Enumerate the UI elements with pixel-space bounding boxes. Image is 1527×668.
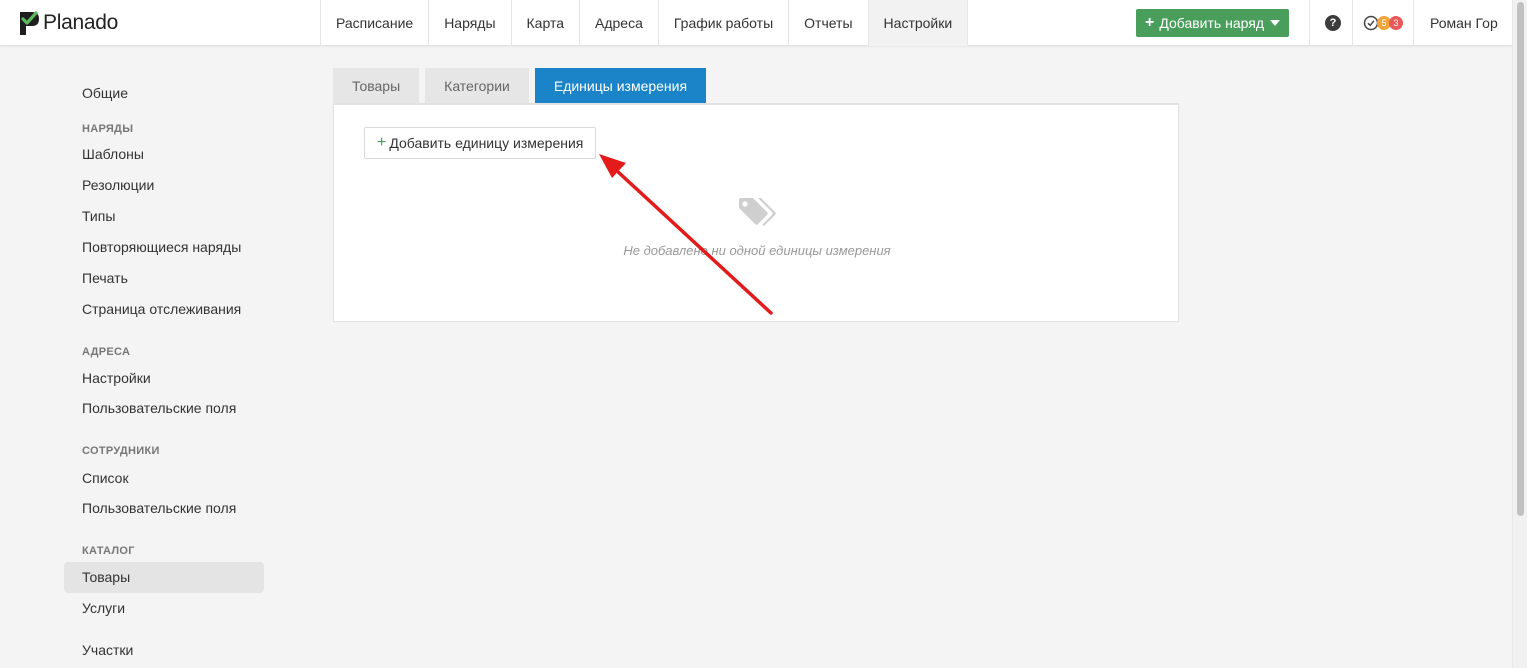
nav-reports[interactable]: Отчеты xyxy=(788,0,867,46)
nav-settings[interactable]: Настройки xyxy=(867,0,969,46)
sidebar-item-print[interactable]: Печать xyxy=(64,263,264,294)
caret-down-icon xyxy=(1270,20,1280,26)
sidebar-item-resolutions[interactable]: Резолюции xyxy=(64,170,264,201)
nav-orders[interactable]: Наряды xyxy=(428,0,510,46)
sidebar-item-types[interactable]: Типы xyxy=(64,201,264,232)
sidebar-section-employees: СОТРУДНИКИ xyxy=(82,445,160,457)
main-nav: Расписание Наряды Карта Адреса График ра… xyxy=(320,0,969,46)
sidebar-section-catalog: КАТАЛОГ xyxy=(82,545,135,557)
tab-products[interactable]: Товары xyxy=(333,68,420,104)
sidebar-item-tracking-page[interactable]: Страница отслеживания xyxy=(64,294,264,325)
nav-addresses[interactable]: Адреса xyxy=(579,0,658,46)
header-divider xyxy=(1309,0,1310,46)
header-divider xyxy=(1413,0,1414,46)
sidebar-item-employee-custom-fields[interactable]: Пользовательские поля xyxy=(64,493,264,524)
header-divider xyxy=(1352,0,1353,46)
sidebar-item-services[interactable]: Услуги xyxy=(64,593,264,623)
add-order-label: Добавить наряд xyxy=(1159,15,1264,31)
tab-categories[interactable]: Категории xyxy=(425,68,529,104)
sidebar-item-employee-list[interactable]: Список xyxy=(64,463,264,493)
sidebar-item-areas[interactable]: Участки xyxy=(64,635,264,665)
catalog-tabs: Товары Категории Единицы измерения xyxy=(333,68,707,104)
user-menu[interactable]: Роман Гор xyxy=(1430,0,1498,46)
vertical-scrollbar[interactable] xyxy=(1512,0,1527,668)
sidebar-item-address-custom-fields[interactable]: Пользовательские поля xyxy=(64,393,264,424)
add-unit-label: Добавить единицу измерения xyxy=(389,135,584,151)
add-unit-button[interactable]: + Добавить единицу измерения xyxy=(364,127,597,159)
help-icon[interactable]: ? xyxy=(1325,15,1341,31)
sidebar-item-address-settings[interactable]: Настройки xyxy=(64,363,264,393)
add-order-button[interactable]: + Добавить наряд xyxy=(1136,9,1289,37)
tags-icon xyxy=(739,198,776,226)
sidebar-item-templates[interactable]: Шаблоны xyxy=(64,139,264,170)
sidebar-section-addresses: АДРЕСА xyxy=(82,346,131,358)
planado-logo-icon xyxy=(20,11,39,35)
sidebar-section-orders: НАРЯДЫ xyxy=(82,123,134,135)
nav-schedule[interactable]: Расписание xyxy=(320,0,428,46)
tab-units[interactable]: Единицы измерения xyxy=(534,68,707,104)
sidebar-item-general[interactable]: Общие xyxy=(64,78,264,108)
nav-map[interactable]: Карта xyxy=(510,0,579,46)
scrollbar-thumb[interactable] xyxy=(1517,2,1524,516)
sidebar-item-products[interactable]: Товары xyxy=(64,562,264,593)
sidebar-item-recurring-orders[interactable]: Повторяющиеся наряды xyxy=(64,232,264,263)
settings-sidebar: Общие НАРЯДЫ Шаблоны Резолюции Типы Повт… xyxy=(64,78,264,665)
plus-icon: + xyxy=(377,134,387,151)
notification-badge-red: 3 xyxy=(1389,16,1403,30)
units-panel: + Добавить единицу измерения Не добавлен… xyxy=(333,103,1179,322)
notifications[interactable]: 5 3 xyxy=(1363,14,1403,32)
planado-logo[interactable]: Planado xyxy=(18,9,118,37)
logo-text: Planado xyxy=(43,11,118,34)
top-navigation-bar: Planado Расписание Наряды Карта Адреса Г… xyxy=(0,0,1512,46)
nav-work-schedule[interactable]: График работы xyxy=(657,0,788,46)
empty-state-text: Не добавлено ни одной единицы измерения xyxy=(623,243,891,258)
plus-icon: + xyxy=(1144,14,1155,31)
